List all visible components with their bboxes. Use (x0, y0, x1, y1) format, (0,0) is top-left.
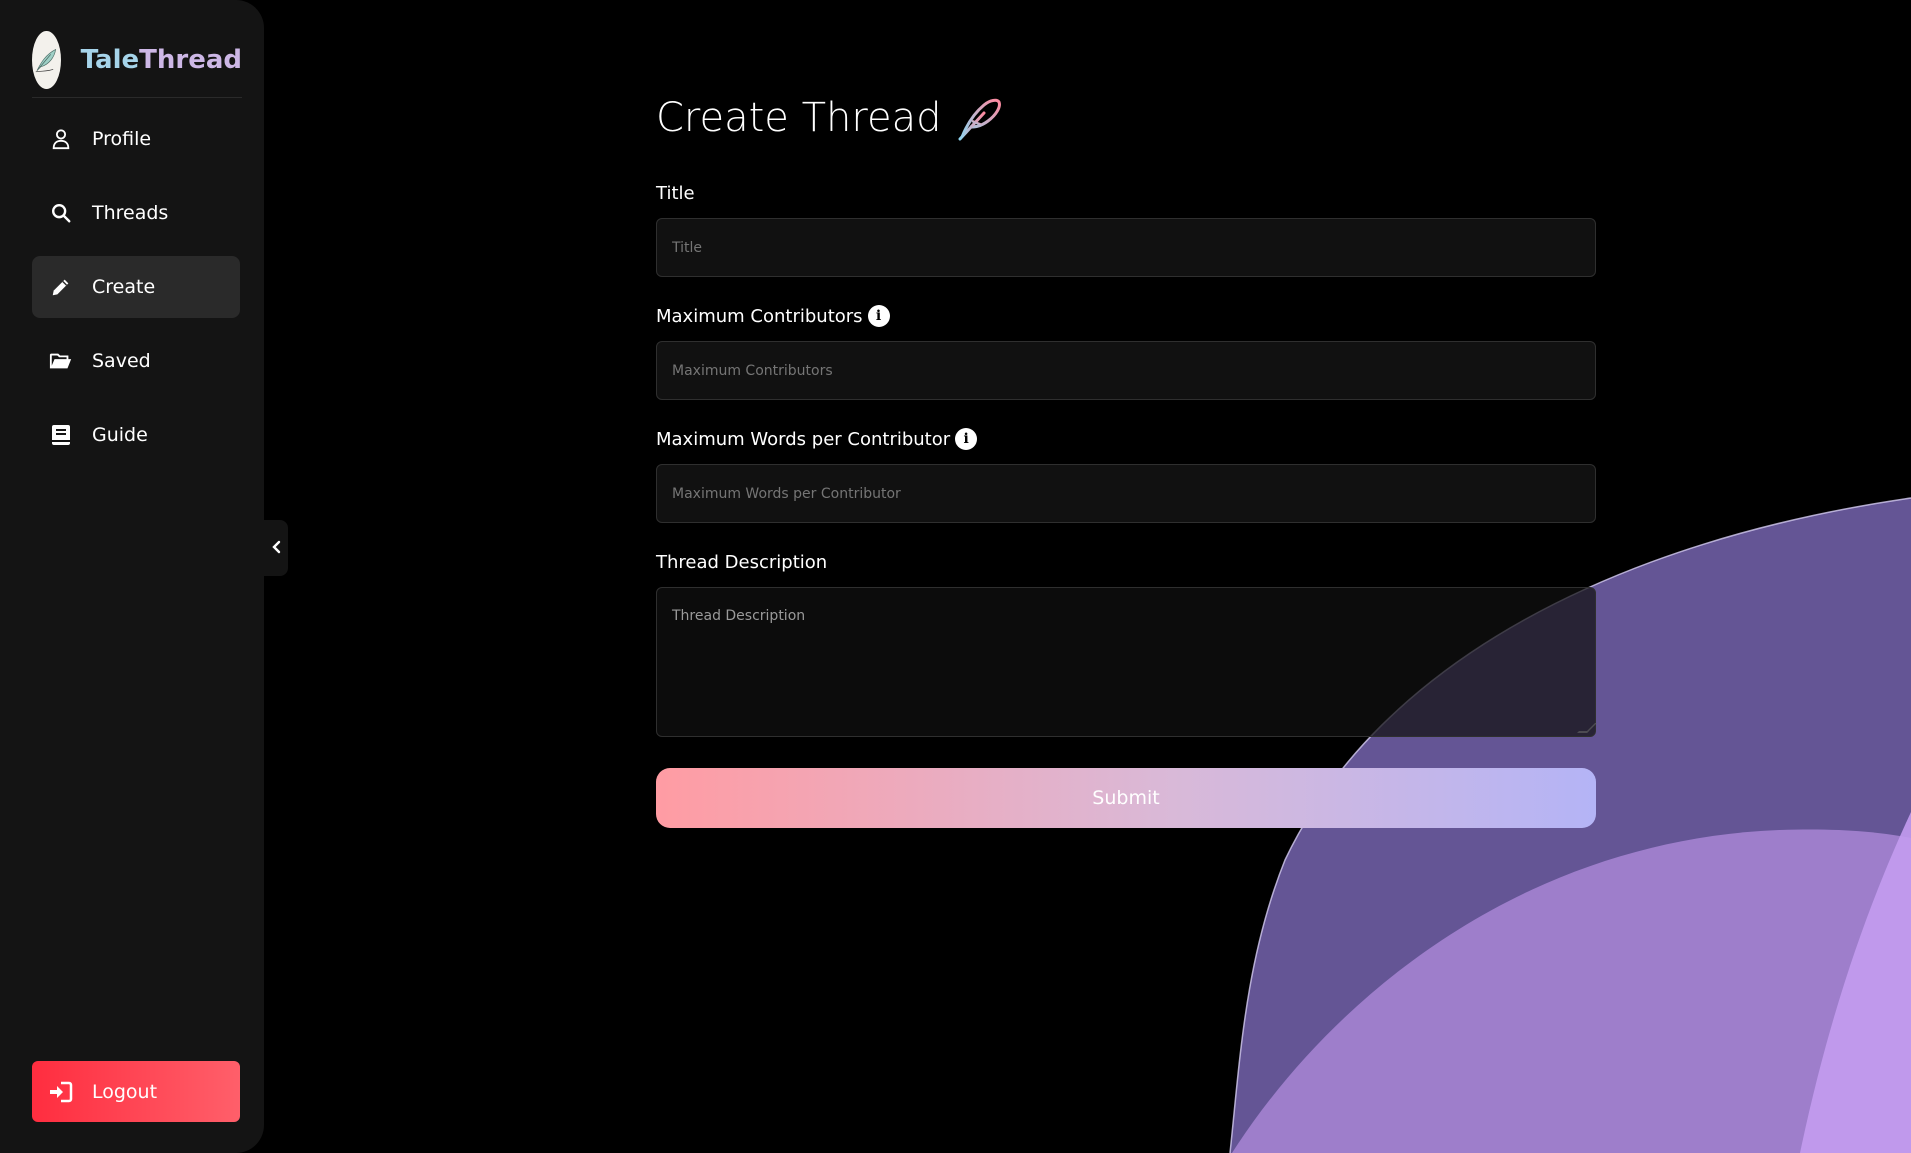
background-blob-medium (1232, 829, 1911, 1153)
book-icon (48, 422, 74, 448)
page-title-text: Create Thread (656, 95, 942, 141)
create-thread-form: Create Thread Title Title Maximum Contri… (656, 90, 1597, 828)
feather-quill-logo-icon (32, 30, 61, 89)
logout-button[interactable]: Logout (32, 1061, 240, 1122)
sidebar-item-label: Profile (92, 128, 152, 150)
sidebar-item-create[interactable]: Create (32, 256, 240, 318)
brand[interactable]: TaleThread (32, 22, 242, 98)
sidebar-item-label: Guide (92, 424, 148, 446)
sidebar-collapse-button[interactable] (264, 520, 288, 576)
title-label-text: Title (656, 182, 695, 204)
max-contributors-label-text: Maximum Contributors (656, 305, 863, 327)
sidebar-item-saved[interactable]: Saved (32, 330, 240, 392)
page-title: Create Thread (656, 90, 1596, 146)
sidebar-item-label: Create (92, 276, 156, 298)
thread-description-placeholder: Thread Description (672, 608, 806, 624)
max-contributors-label: Maximum Contributors i (656, 303, 1596, 329)
sidebar: TaleThread Profile Threads Create Saved … (0, 0, 264, 1153)
sidebar-item-profile[interactable]: Profile (32, 108, 240, 170)
user-icon (48, 126, 74, 152)
thread-description-label: Thread Description (656, 549, 1596, 575)
title-label: Title (656, 180, 1596, 206)
search-icon (48, 200, 74, 226)
max-words-input[interactable] (656, 464, 1596, 523)
feather-icon (954, 93, 1004, 143)
submit-label: Submit (1092, 787, 1160, 809)
sidebar-nav: Profile Threads Create Saved Guide (32, 108, 240, 478)
title-input[interactable] (656, 218, 1596, 277)
thread-description-textarea[interactable]: Thread Description (656, 587, 1597, 737)
folder-open-icon (48, 348, 74, 374)
sidebar-item-label: Saved (92, 350, 151, 372)
sidebar-item-threads[interactable]: Threads (32, 182, 240, 244)
max-contributors-input[interactable] (656, 341, 1596, 400)
brand-name-part1: Tale (80, 44, 140, 75)
brand-name-part2: Thread (139, 44, 242, 75)
info-icon[interactable]: i (955, 428, 978, 450)
sidebar-item-guide[interactable]: Guide (32, 404, 240, 466)
sidebar-item-label: Threads (92, 202, 169, 224)
chevron-left-icon (270, 539, 282, 558)
thread-description-label-text: Thread Description (656, 551, 828, 573)
pencil-icon (48, 274, 74, 300)
max-words-label-text: Maximum Words per Contributor (656, 428, 951, 450)
background-blob-small (1800, 812, 1911, 1153)
info-icon[interactable]: i (867, 305, 890, 327)
brand-name: TaleThread (81, 45, 242, 75)
sign-out-icon (48, 1079, 74, 1105)
logout-label: Logout (92, 1080, 158, 1103)
page: TaleThread Profile Threads Create Saved … (0, 0, 1911, 1153)
max-words-label: Maximum Words per Contributor i (656, 426, 1596, 452)
submit-button[interactable]: Submit (656, 768, 1596, 828)
resize-grip-icon[interactable] (1577, 723, 1597, 733)
